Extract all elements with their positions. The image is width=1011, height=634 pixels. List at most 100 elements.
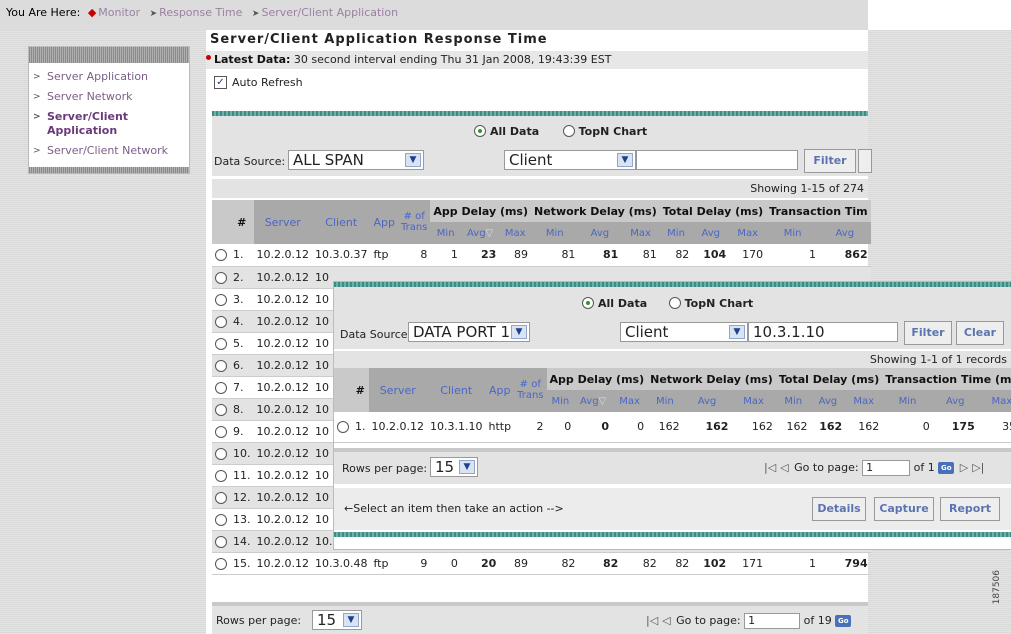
auto-refresh-checkbox[interactable]: ✓	[214, 76, 227, 89]
rows-per-page-select[interactable]: 15 ▼	[430, 457, 478, 477]
row-select[interactable]	[212, 442, 230, 465]
header-max[interactable]: Max	[499, 222, 532, 244]
header-max[interactable]: Max	[611, 390, 648, 412]
clear-button-partial[interactable]	[858, 149, 872, 173]
header-max[interactable]: Max	[731, 390, 776, 412]
header-min[interactable]: Min	[659, 222, 693, 244]
row-radio[interactable]	[215, 469, 227, 482]
header-server[interactable]: Server	[253, 200, 312, 244]
header-max[interactable]: Max	[977, 390, 1011, 412]
header-min[interactable]: Min	[775, 390, 811, 412]
filter-button[interactable]: Filter	[804, 149, 856, 173]
all-data-radio[interactable]	[582, 297, 594, 309]
last-page-icon[interactable]: ▷|	[972, 461, 984, 474]
goto-page-input[interactable]: 1	[862, 460, 911, 476]
sidebar-item-server-client-application[interactable]: > Server/Client Application	[29, 107, 189, 141]
row-select[interactable]	[212, 398, 230, 421]
row-select[interactable]	[212, 464, 230, 487]
sidebar-item-server-network[interactable]: > Server Network	[29, 87, 189, 107]
sidebar-item-server-client-network[interactable]: > Server/Client Network	[29, 141, 189, 161]
row-radio[interactable]	[215, 513, 227, 526]
row-select[interactable]	[212, 376, 230, 399]
filter-type-select[interactable]: Client ▼	[504, 150, 636, 170]
row-radio[interactable]	[215, 425, 227, 438]
next-page-icon[interactable]: ▷	[960, 461, 968, 474]
first-page-icon[interactable]: |◁	[646, 614, 658, 627]
row-radio[interactable]	[215, 491, 227, 504]
goto-page-input[interactable]: 1	[744, 613, 801, 629]
row-radio[interactable]	[215, 293, 227, 306]
header-avg[interactable]: Avg	[682, 390, 732, 412]
header-max[interactable]: Max	[621, 222, 660, 244]
filter-type-select[interactable]: Client ▼	[620, 322, 748, 342]
prev-page-icon[interactable]: ◁	[662, 614, 670, 627]
header-max[interactable]: Max	[729, 222, 767, 244]
header-app[interactable]: App	[370, 200, 398, 244]
row-radio[interactable]	[215, 249, 227, 262]
header-min[interactable]: Min	[531, 222, 579, 244]
row-select[interactable]	[212, 420, 230, 443]
filter-value-input[interactable]	[636, 150, 798, 170]
header-client[interactable]: Client	[426, 368, 486, 412]
header-avg[interactable]: Avg	[818, 222, 871, 244]
row-select[interactable]	[212, 332, 230, 355]
header-min[interactable]: Min	[882, 390, 933, 412]
row-select[interactable]	[212, 486, 230, 509]
breadcrumb-current[interactable]: Server/Client Application	[261, 6, 398, 19]
header-avg[interactable]: Avg	[578, 222, 622, 244]
header-min[interactable]: Min	[766, 222, 819, 244]
topn-chart-radio[interactable]	[668, 297, 681, 309]
row-radio[interactable]	[215, 337, 227, 350]
go-button[interactable]: Go	[938, 462, 955, 474]
header-avg[interactable]: Avg	[810, 390, 846, 412]
table-row[interactable]: 1. 10.2.0.12 10.3.1.10 http 2 0 0 0 162 …	[334, 412, 1011, 443]
header-avg[interactable]: Avg	[932, 390, 978, 412]
row-radio[interactable]	[215, 557, 227, 570]
row-radio[interactable]	[215, 271, 227, 284]
details-button[interactable]: Details	[812, 497, 866, 521]
header-server[interactable]: Server	[368, 368, 427, 412]
table-row[interactable]: 15. 10.2.0.12 10.3.0.48 ftp 9 0 20 89 82 82 82 82 10…	[212, 552, 871, 575]
prev-page-icon[interactable]: ◁	[780, 461, 788, 474]
row-radio[interactable]	[215, 403, 227, 416]
breadcrumb-response-time[interactable]: Response Time	[159, 6, 242, 19]
row-radio[interactable]	[215, 447, 227, 460]
data-source-select[interactable]: DATA PORT 1 ▼	[408, 322, 530, 342]
row-select[interactable]	[212, 288, 230, 311]
header-client[interactable]: Client	[311, 200, 371, 244]
row-select[interactable]	[212, 310, 230, 333]
row-select[interactable]	[212, 354, 230, 377]
header-min[interactable]: Min	[647, 390, 683, 412]
row-select[interactable]	[212, 244, 230, 267]
row-select[interactable]	[212, 530, 230, 553]
row-radio[interactable]	[215, 381, 227, 394]
row-radio[interactable]	[215, 359, 227, 372]
header-min[interactable]: Min	[546, 390, 575, 412]
row-select[interactable]	[334, 412, 352, 443]
data-source-select[interactable]: ALL SPAN ▼	[288, 150, 424, 170]
header-avg[interactable]: Avg	[692, 222, 730, 244]
row-select[interactable]	[212, 552, 230, 575]
header-trans[interactable]: # of Trans	[514, 368, 547, 412]
topn-chart-radio[interactable]	[562, 125, 575, 137]
report-button[interactable]: Report	[940, 497, 1000, 521]
all-data-radio[interactable]	[474, 125, 486, 137]
row-select[interactable]	[212, 508, 230, 531]
row-radio[interactable]	[215, 535, 227, 548]
sidebar-item-server-application[interactable]: > Server Application	[29, 67, 189, 87]
rows-per-page-select[interactable]: 15 ▼	[312, 610, 362, 630]
header-avg[interactable]: Avg▽	[574, 390, 612, 412]
breadcrumb-monitor[interactable]: Monitor	[98, 6, 140, 19]
header-app[interactable]: App	[485, 368, 515, 412]
header-max[interactable]: Max	[845, 390, 883, 412]
row-radio[interactable]	[215, 315, 227, 328]
header-trans[interactable]: # of Trans	[397, 200, 431, 244]
capture-button[interactable]: Capture	[874, 497, 934, 521]
header-min[interactable]: Min	[430, 222, 461, 244]
first-page-icon[interactable]: |◁	[764, 461, 776, 474]
filter-button[interactable]: Filter	[904, 321, 952, 345]
row-select[interactable]	[212, 266, 230, 289]
filter-value-input[interactable]: 10.3.1.10	[748, 322, 898, 342]
go-button[interactable]: Go	[835, 615, 852, 627]
header-avg[interactable]: Avg▽	[460, 222, 500, 244]
